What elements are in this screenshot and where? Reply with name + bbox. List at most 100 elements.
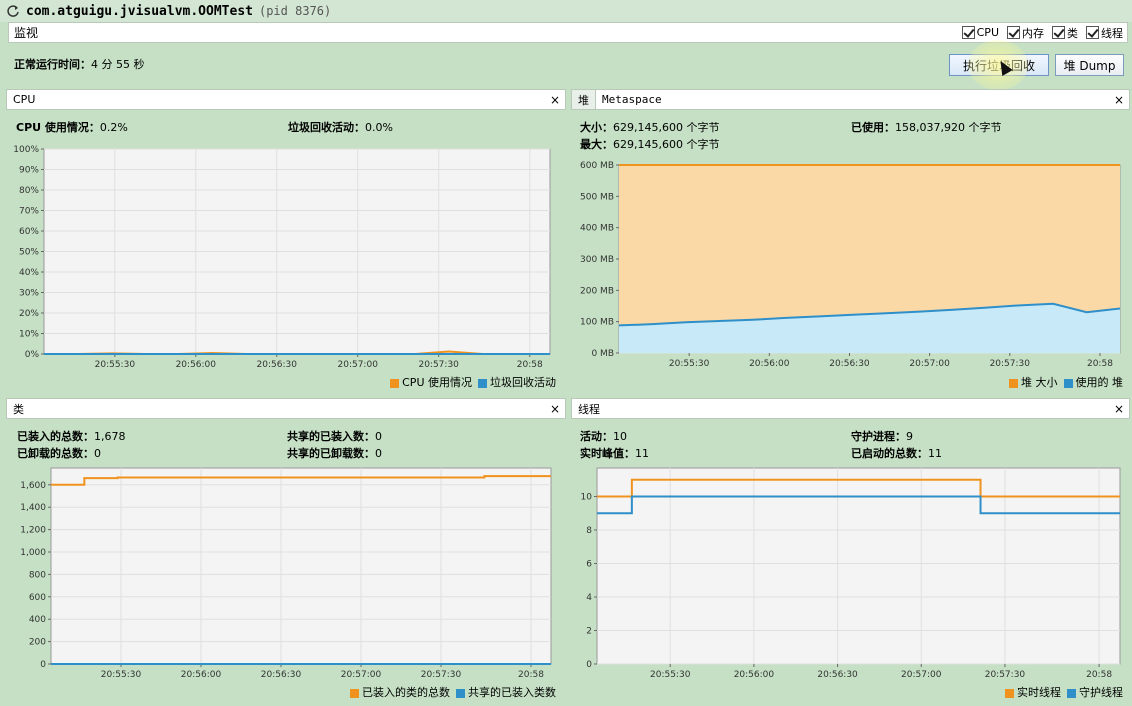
y-tick-label: 2 — [586, 626, 592, 636]
shared-unloaded-label: 共享的已卸载数： — [287, 447, 375, 460]
heap-chart: 0 MB 100 MB 200 MB 300 MB 400 MB 500 MB 600 MB… — [580, 161, 1121, 367]
y-tick-label: 4 — [586, 593, 592, 603]
x-tick-label: 20:56:30 — [817, 670, 858, 680]
classes-shared-stats: 共享的已装入数：0 共享的已卸载数：0 — [287, 428, 382, 462]
y-tick-label: 1,600 — [20, 481, 46, 491]
uptime: 正常运行时间：4 分 55 秒 — [14, 56, 145, 72]
classes-unloaded-label: 已卸载的总数： — [17, 447, 94, 460]
checkbox-classes[interactable]: 类 — [1052, 25, 1078, 41]
cpu-panel: CPU × CPU 使用情况：0.2% 垃圾回收活动：0.0% 0% 10% 20%… — [6, 89, 566, 392]
heap-panel: 堆 Metaspace × 大小：629,145,600 个字节 最大：629,… — [571, 89, 1130, 392]
y-tick-label: 600 — [29, 593, 46, 603]
heap-used-label: 已使用： — [851, 121, 895, 134]
cpu-chart: 0% 10% 20% 30% 40% 50% 60% 70% 80% 90% 100% 20:55:3… — [13, 145, 551, 367]
x-tick-label: 20:57:30 — [418, 360, 459, 367]
legend-item: 堆 大小 — [1009, 374, 1058, 390]
x-tick-label: 20:56:30 — [261, 670, 302, 680]
checkbox-box[interactable] — [1007, 26, 1020, 39]
x-tick-label: 20:58 — [1086, 670, 1112, 680]
tab-classes[interactable]: 类 — [7, 399, 30, 418]
x-tick-label: 20:57:30 — [990, 359, 1031, 367]
y-tick-label: 30% — [19, 289, 39, 299]
legend-item: 共享的已装入类数 — [456, 684, 556, 700]
legend-item: 守护线程 — [1067, 684, 1123, 700]
x-tick-label: 20:58 — [518, 670, 544, 680]
threads-started-label: 已启动的总数： — [851, 447, 928, 460]
y-tick-label: 80% — [19, 186, 39, 196]
tab-heap[interactable]: 堆 — [572, 90, 596, 109]
y-tick-label: 1,200 — [20, 526, 46, 536]
x-tick-label: 20:57:00 — [901, 670, 942, 680]
legend-swatch-blue — [456, 688, 465, 698]
y-tick-label: 10% — [19, 330, 39, 340]
x-tick-label: 20:56:30 — [829, 359, 870, 367]
pid-label: (pid 8376) — [258, 4, 332, 18]
tab-cpu[interactable]: CPU — [7, 90, 41, 109]
cpu-stats: CPU 使用情况：0.2% — [16, 119, 128, 136]
checkbox-box[interactable] — [961, 26, 975, 39]
x-tick-label: 20:58 — [1087, 359, 1113, 367]
y-tick-label: 100% — [13, 145, 39, 155]
heap-legend: 堆 大小 使用的 堆 — [1009, 374, 1123, 390]
legend-label: 已装入的类的总数 — [362, 686, 450, 699]
heap-tab-bar: 堆 Metaspace × — [571, 89, 1130, 110]
checkbox-memory[interactable]: 内存 — [1007, 25, 1044, 41]
legend-label: CPU 使用情况 — [402, 376, 472, 389]
x-tick-label: 20:56:00 — [734, 670, 775, 680]
y-tick-label: 70% — [19, 207, 39, 217]
y-tick-label: 0 — [586, 660, 592, 670]
y-tick-label: 20% — [19, 309, 39, 319]
heap-dump-button[interactable]: 堆 Dump — [1055, 54, 1124, 76]
legend-label: 堆 大小 — [1021, 376, 1058, 389]
uptime-label: 正常运行时间： — [14, 58, 91, 71]
checkbox-cpu[interactable]: CPU — [961, 25, 999, 41]
checkbox-box[interactable] — [1052, 26, 1065, 39]
gc-activity-label: 垃圾回收活动： — [288, 121, 365, 134]
classes-loaded-value: 1,678 — [94, 430, 126, 443]
y-tick-label: 1,400 — [20, 503, 46, 513]
legend-item: CPU 使用情况 — [390, 374, 472, 390]
checkbox-label: 内存 — [1022, 26, 1044, 40]
y-tick-label: 6 — [586, 559, 592, 569]
close-icon[interactable]: × — [550, 402, 565, 416]
legend-label: 守护线程 — [1079, 686, 1123, 699]
y-tick-label: 40% — [19, 268, 39, 278]
classes-tab-bar: 类 × — [6, 398, 566, 419]
checkbox-threads[interactable]: 线程 — [1086, 25, 1123, 41]
x-tick-label: 20:55:30 — [95, 360, 136, 367]
y-tick-label: 0 — [40, 660, 46, 670]
y-tick-label: 90% — [19, 166, 39, 176]
threads-peak-value: 11 — [635, 447, 649, 460]
classes-loaded-label: 已装入的总数： — [17, 430, 94, 443]
x-tick-label: 20:55:30 — [101, 670, 142, 680]
heap-used-stats: 已使用：158,037,920 个字节 — [851, 119, 1001, 136]
heap-max-value: 629,145,600 个字节 — [613, 138, 720, 151]
y-tick-label: 400 MB — [580, 224, 614, 234]
threads-panel: 线程 × 活动：10 实时峰值：11 守护进程：9 已启动的总数：11 0246… — [571, 398, 1130, 704]
cpu-legend: CPU 使用情况 垃圾回收活动 — [390, 374, 556, 390]
tab-threads[interactable]: 线程 — [572, 399, 606, 418]
y-tick-label: 50% — [19, 248, 39, 258]
title-bar: com.atguigu.jvisualvm.OOMTest (pid 8376) — [0, 0, 1132, 22]
shared-unloaded-value: 0 — [375, 447, 382, 460]
heap-max-label: 最大： — [580, 138, 613, 151]
checkbox-box[interactable] — [1086, 26, 1099, 39]
x-tick-label: 20:55:30 — [650, 670, 691, 680]
close-icon[interactable]: × — [550, 93, 565, 107]
cpu-usage-value: 0.2% — [99, 121, 128, 134]
y-tick-label: 400 — [29, 615, 46, 625]
heap-size-stats: 大小：629,145,600 个字节 最大：629,145,600 个字节 — [580, 119, 719, 153]
x-tick-label: 20:58 — [517, 360, 543, 367]
close-icon[interactable]: × — [1114, 93, 1129, 107]
y-tick-label: 300 MB — [580, 255, 614, 265]
heap-size-value: 629,145,600 个字节 — [613, 121, 720, 134]
checkbox-label: 线程 — [1101, 26, 1123, 40]
close-icon[interactable]: × — [1114, 402, 1129, 416]
threads-daemon-label: 守护进程： — [851, 430, 906, 443]
legend-item: 实时线程 — [1005, 684, 1061, 700]
monitor-tab-strip: 监视 CPU 内存 类 线程 — [8, 22, 1128, 43]
legend-swatch-orange — [390, 378, 400, 388]
y-tick-label: 60% — [19, 227, 39, 237]
tab-metaspace[interactable]: Metaspace — [596, 90, 668, 109]
plot-area — [50, 467, 552, 665]
